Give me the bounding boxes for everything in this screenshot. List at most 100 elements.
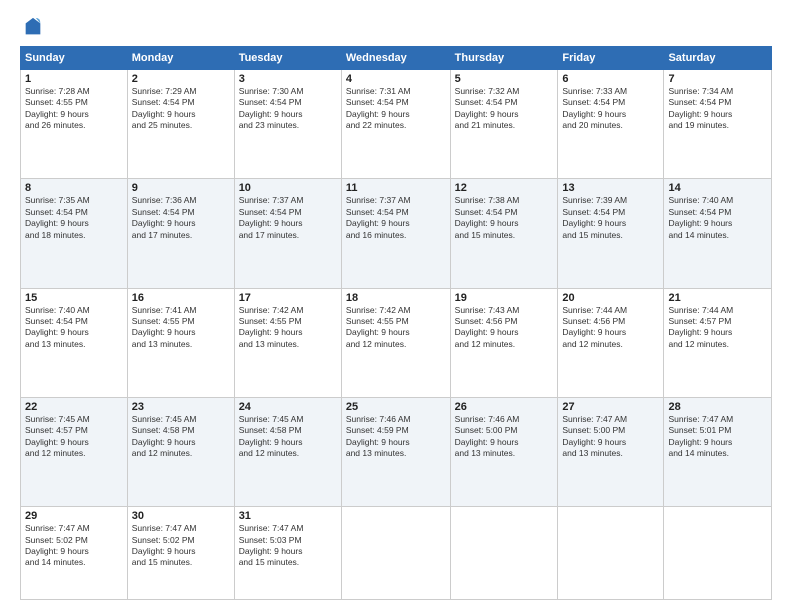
day-number: 2 xyxy=(132,73,230,85)
day-number: 13 xyxy=(562,182,659,194)
day-number: 12 xyxy=(455,182,554,194)
day-info: Sunrise: 7:41 AMSunset: 4:55 PMDaylight:… xyxy=(132,305,197,349)
calendar-cell: 17 Sunrise: 7:42 AMSunset: 4:55 PMDaylig… xyxy=(234,288,341,397)
day-info: Sunrise: 7:39 AMSunset: 4:54 PMDaylight:… xyxy=(562,195,627,239)
day-info: Sunrise: 7:42 AMSunset: 4:55 PMDaylight:… xyxy=(346,305,411,349)
weekday-header: Saturday xyxy=(664,47,772,70)
day-info: Sunrise: 7:40 AMSunset: 4:54 PMDaylight:… xyxy=(25,305,90,349)
day-info: Sunrise: 7:47 AMSunset: 5:00 PMDaylight:… xyxy=(562,414,627,458)
day-info: Sunrise: 7:47 AMSunset: 5:01 PMDaylight:… xyxy=(668,414,733,458)
calendar-cell: 7 Sunrise: 7:34 AMSunset: 4:54 PMDayligh… xyxy=(664,70,772,179)
calendar-cell: 15 Sunrise: 7:40 AMSunset: 4:54 PMDaylig… xyxy=(21,288,128,397)
day-number: 19 xyxy=(455,292,554,304)
day-info: Sunrise: 7:45 AMSunset: 4:58 PMDaylight:… xyxy=(239,414,304,458)
day-info: Sunrise: 7:42 AMSunset: 4:55 PMDaylight:… xyxy=(239,305,304,349)
calendar-cell: 1 Sunrise: 7:28 AMSunset: 4:55 PMDayligh… xyxy=(21,70,128,179)
header xyxy=(20,16,772,38)
weekday-header: Tuesday xyxy=(234,47,341,70)
day-number: 21 xyxy=(668,292,767,304)
day-info: Sunrise: 7:33 AMSunset: 4:54 PMDaylight:… xyxy=(562,86,627,130)
calendar-cell: 9 Sunrise: 7:36 AMSunset: 4:54 PMDayligh… xyxy=(127,179,234,288)
day-info: Sunrise: 7:46 AMSunset: 4:59 PMDaylight:… xyxy=(346,414,411,458)
day-info: Sunrise: 7:31 AMSunset: 4:54 PMDaylight:… xyxy=(346,86,411,130)
calendar-cell: 22 Sunrise: 7:45 AMSunset: 4:57 PMDaylig… xyxy=(21,397,128,506)
weekday-header: Thursday xyxy=(450,47,558,70)
day-info: Sunrise: 7:37 AMSunset: 4:54 PMDaylight:… xyxy=(346,195,411,239)
day-number: 9 xyxy=(132,182,230,194)
calendar-cell xyxy=(450,507,558,600)
day-number: 29 xyxy=(25,510,123,522)
calendar-cell xyxy=(341,507,450,600)
calendar-cell xyxy=(558,507,664,600)
day-info: Sunrise: 7:30 AMSunset: 4:54 PMDaylight:… xyxy=(239,86,304,130)
calendar-cell: 30 Sunrise: 7:47 AMSunset: 5:02 PMDaylig… xyxy=(127,507,234,600)
calendar-cell: 11 Sunrise: 7:37 AMSunset: 4:54 PMDaylig… xyxy=(341,179,450,288)
day-number: 6 xyxy=(562,73,659,85)
day-number: 23 xyxy=(132,401,230,413)
day-number: 30 xyxy=(132,510,230,522)
day-number: 31 xyxy=(239,510,337,522)
calendar-cell: 16 Sunrise: 7:41 AMSunset: 4:55 PMDaylig… xyxy=(127,288,234,397)
calendar-cell: 5 Sunrise: 7:32 AMSunset: 4:54 PMDayligh… xyxy=(450,70,558,179)
weekday-header: Sunday xyxy=(21,47,128,70)
day-number: 14 xyxy=(668,182,767,194)
calendar-cell: 21 Sunrise: 7:44 AMSunset: 4:57 PMDaylig… xyxy=(664,288,772,397)
day-number: 11 xyxy=(346,182,446,194)
calendar-cell: 8 Sunrise: 7:35 AMSunset: 4:54 PMDayligh… xyxy=(21,179,128,288)
calendar-cell: 29 Sunrise: 7:47 AMSunset: 5:02 PMDaylig… xyxy=(21,507,128,600)
calendar-cell: 27 Sunrise: 7:47 AMSunset: 5:00 PMDaylig… xyxy=(558,397,664,506)
calendar-cell: 19 Sunrise: 7:43 AMSunset: 4:56 PMDaylig… xyxy=(450,288,558,397)
day-number: 3 xyxy=(239,73,337,85)
calendar-cell: 12 Sunrise: 7:38 AMSunset: 4:54 PMDaylig… xyxy=(450,179,558,288)
day-info: Sunrise: 7:47 AMSunset: 5:02 PMDaylight:… xyxy=(25,523,90,567)
day-number: 18 xyxy=(346,292,446,304)
calendar-cell: 23 Sunrise: 7:45 AMSunset: 4:58 PMDaylig… xyxy=(127,397,234,506)
calendar-cell: 25 Sunrise: 7:46 AMSunset: 4:59 PMDaylig… xyxy=(341,397,450,506)
day-info: Sunrise: 7:46 AMSunset: 5:00 PMDaylight:… xyxy=(455,414,520,458)
day-info: Sunrise: 7:44 AMSunset: 4:56 PMDaylight:… xyxy=(562,305,627,349)
day-number: 25 xyxy=(346,401,446,413)
day-info: Sunrise: 7:40 AMSunset: 4:54 PMDaylight:… xyxy=(668,195,733,239)
calendar-cell: 10 Sunrise: 7:37 AMSunset: 4:54 PMDaylig… xyxy=(234,179,341,288)
calendar-cell: 14 Sunrise: 7:40 AMSunset: 4:54 PMDaylig… xyxy=(664,179,772,288)
day-info: Sunrise: 7:35 AMSunset: 4:54 PMDaylight:… xyxy=(25,195,90,239)
day-info: Sunrise: 7:32 AMSunset: 4:54 PMDaylight:… xyxy=(455,86,520,130)
day-number: 7 xyxy=(668,73,767,85)
day-number: 27 xyxy=(562,401,659,413)
day-number: 26 xyxy=(455,401,554,413)
day-info: Sunrise: 7:37 AMSunset: 4:54 PMDaylight:… xyxy=(239,195,304,239)
day-number: 15 xyxy=(25,292,123,304)
logo xyxy=(20,16,44,38)
calendar-cell: 2 Sunrise: 7:29 AMSunset: 4:54 PMDayligh… xyxy=(127,70,234,179)
day-number: 5 xyxy=(455,73,554,85)
calendar-cell: 31 Sunrise: 7:47 AMSunset: 5:03 PMDaylig… xyxy=(234,507,341,600)
day-info: Sunrise: 7:36 AMSunset: 4:54 PMDaylight:… xyxy=(132,195,197,239)
calendar-cell: 13 Sunrise: 7:39 AMSunset: 4:54 PMDaylig… xyxy=(558,179,664,288)
calendar-table: SundayMondayTuesdayWednesdayThursdayFrid… xyxy=(20,46,772,600)
day-info: Sunrise: 7:47 AMSunset: 5:03 PMDaylight:… xyxy=(239,523,304,567)
calendar-cell: 26 Sunrise: 7:46 AMSunset: 5:00 PMDaylig… xyxy=(450,397,558,506)
day-number: 28 xyxy=(668,401,767,413)
day-info: Sunrise: 7:28 AMSunset: 4:55 PMDaylight:… xyxy=(25,86,90,130)
calendar-cell: 6 Sunrise: 7:33 AMSunset: 4:54 PMDayligh… xyxy=(558,70,664,179)
day-info: Sunrise: 7:47 AMSunset: 5:02 PMDaylight:… xyxy=(132,523,197,567)
day-info: Sunrise: 7:29 AMSunset: 4:54 PMDaylight:… xyxy=(132,86,197,130)
logo-icon xyxy=(22,16,44,38)
day-number: 17 xyxy=(239,292,337,304)
day-number: 8 xyxy=(25,182,123,194)
calendar-cell xyxy=(664,507,772,600)
day-info: Sunrise: 7:45 AMSunset: 4:58 PMDaylight:… xyxy=(132,414,197,458)
day-number: 4 xyxy=(346,73,446,85)
day-info: Sunrise: 7:43 AMSunset: 4:56 PMDaylight:… xyxy=(455,305,520,349)
weekday-header: Wednesday xyxy=(341,47,450,70)
page: SundayMondayTuesdayWednesdayThursdayFrid… xyxy=(0,0,792,612)
day-number: 10 xyxy=(239,182,337,194)
day-number: 1 xyxy=(25,73,123,85)
weekday-header: Friday xyxy=(558,47,664,70)
calendar-cell: 24 Sunrise: 7:45 AMSunset: 4:58 PMDaylig… xyxy=(234,397,341,506)
calendar-cell: 4 Sunrise: 7:31 AMSunset: 4:54 PMDayligh… xyxy=(341,70,450,179)
day-info: Sunrise: 7:44 AMSunset: 4:57 PMDaylight:… xyxy=(668,305,733,349)
calendar-cell: 18 Sunrise: 7:42 AMSunset: 4:55 PMDaylig… xyxy=(341,288,450,397)
weekday-header: Monday xyxy=(127,47,234,70)
day-number: 16 xyxy=(132,292,230,304)
